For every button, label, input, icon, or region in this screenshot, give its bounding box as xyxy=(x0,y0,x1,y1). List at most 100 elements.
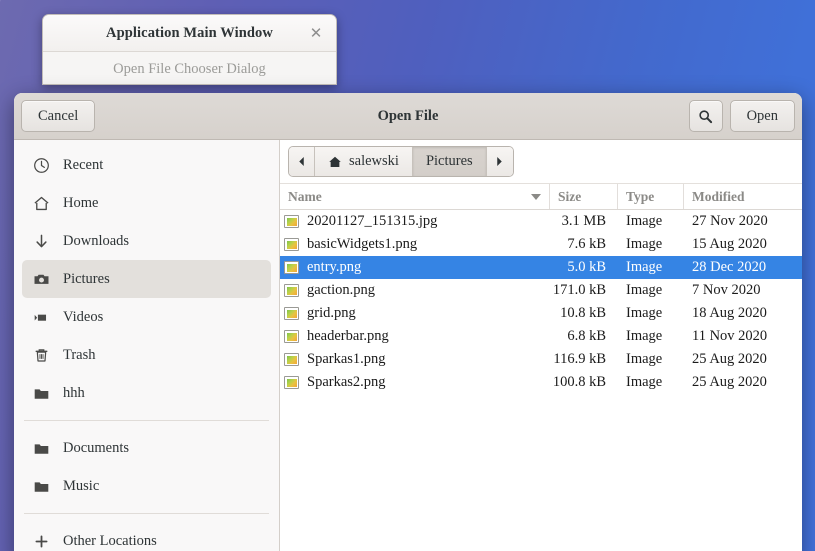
file-size-cell: 3.1 MB xyxy=(561,213,606,229)
file-size-cell: 7.6 kB xyxy=(567,236,606,252)
file-modified-cell: 15 Aug 2020 xyxy=(692,236,767,252)
column-header-label: Type xyxy=(626,188,655,204)
file-modified-cell: 7 Nov 2020 xyxy=(692,282,761,298)
sidebar-item-recent[interactable]: Recent xyxy=(22,146,271,184)
app-window-title: Application Main Window xyxy=(106,24,273,41)
open-file-dialog: Cancel Open File Open Recent Home Downlo… xyxy=(14,93,802,551)
file-name-label: entry.png xyxy=(307,259,362,275)
image-thumbnail-icon xyxy=(284,261,301,276)
sidebar-item-label: Videos xyxy=(63,308,104,325)
sidebar-item-downloads[interactable]: Downloads xyxy=(22,222,271,260)
table-row[interactable]: Sparkas1.png 116.9 kB Image 25 Aug 2020 xyxy=(280,348,802,371)
app-window-titlebar: Application Main Window ✕ xyxy=(43,15,336,52)
dialog-headerbar: Cancel Open File Open xyxy=(14,93,802,140)
file-name-cell: entry.png xyxy=(280,259,550,276)
file-type-cell: Image xyxy=(626,374,663,390)
sidebar-item-hhh[interactable]: hhh xyxy=(22,374,271,412)
sidebar-item-label: Other Locations xyxy=(63,532,157,549)
file-list[interactable]: 20201127_151315.jpg 3.1 MB Image 27 Nov 202… xyxy=(280,210,802,551)
close-icon[interactable]: ✕ xyxy=(306,23,326,43)
file-modified-cell: 27 Nov 2020 xyxy=(692,213,768,229)
file-size-cell: 171.0 kB xyxy=(552,282,606,298)
sidebar-item-trash[interactable]: Trash xyxy=(22,336,271,374)
image-thumbnail-icon xyxy=(284,376,301,391)
sidebar-item-label: Documents xyxy=(63,439,130,456)
file-list-column-headers: Name Size Type Modified xyxy=(280,184,802,210)
table-row[interactable]: gaction.png 171.0 kB Image 7 Nov 2020 xyxy=(280,279,802,302)
sidebar-item-music[interactable]: Music xyxy=(22,467,271,505)
pathbar-container: salewski Pictures xyxy=(280,140,802,184)
file-name-label: Sparkas1.png xyxy=(307,351,386,367)
sidebar-item-home[interactable]: Home xyxy=(22,184,271,222)
dialog-body: Recent Home Downloads Pictures Videos Tr… xyxy=(14,140,802,551)
headerbar-actions: Open xyxy=(688,100,795,132)
sidebar-item-label: Home xyxy=(63,194,99,211)
breadcrumb-label: Pictures xyxy=(425,153,473,169)
sidebar-item-label: Downloads xyxy=(63,232,130,249)
file-size-cell: 116.9 kB xyxy=(553,351,606,367)
open-file-chooser-dialog-button[interactable]: Open File Chooser Dialog xyxy=(113,61,266,78)
breadcrumb-back-button[interactable] xyxy=(289,147,315,176)
image-thumbnail-icon xyxy=(284,330,301,345)
sidebar-item-videos[interactable]: Videos xyxy=(22,298,271,336)
table-row[interactable]: entry.png 5.0 kB Image 28 Dec 2020 xyxy=(280,256,802,279)
file-type-cell: Image xyxy=(626,328,663,344)
camera-icon xyxy=(32,270,50,288)
file-modified-cell: 18 Aug 2020 xyxy=(692,305,767,321)
sidebar-separator-1 xyxy=(24,420,269,421)
table-row[interactable]: headerbar.png 6.8 kB Image 11 Nov 2020 xyxy=(280,325,802,348)
column-header-label: Size xyxy=(558,188,582,204)
folder-icon xyxy=(32,477,50,495)
file-name-cell: basicWidgets1.png xyxy=(280,236,550,253)
cancel-button[interactable]: Cancel xyxy=(21,100,96,132)
sidebar-item-documents[interactable]: Documents xyxy=(22,429,271,467)
file-type-cell: Image xyxy=(626,282,663,298)
file-type-cell: Image xyxy=(626,236,663,252)
column-header-modified[interactable]: Modified xyxy=(684,184,802,209)
file-modified-cell: 28 Dec 2020 xyxy=(692,259,767,275)
file-modified-cell: 25 Aug 2020 xyxy=(692,351,767,367)
file-size-cell: 10.8 kB xyxy=(560,305,606,321)
image-thumbnail-icon xyxy=(284,307,301,322)
search-button[interactable] xyxy=(688,100,723,132)
file-name-cell: headerbar.png xyxy=(280,328,550,345)
column-header-type[interactable]: Type xyxy=(618,184,684,209)
column-header-label: Modified xyxy=(692,188,745,204)
file-browser-pane: salewski Pictures Name Size Type Modifie… xyxy=(280,140,802,551)
dialog-title: Open File xyxy=(377,107,439,124)
file-name-cell: Sparkas2.png xyxy=(280,374,550,391)
sidebar-item-label: Recent xyxy=(63,156,104,173)
sort-descending-icon xyxy=(531,193,541,200)
table-row[interactable]: grid.png 10.8 kB Image 18 Aug 2020 xyxy=(280,302,802,325)
column-header-label: Name xyxy=(288,188,322,204)
file-type-cell: Image xyxy=(626,305,663,321)
file-name-label: gaction.png xyxy=(307,282,376,298)
search-icon xyxy=(698,109,713,124)
home-icon xyxy=(32,194,50,212)
breadcrumb-segment-salewski[interactable]: salewski xyxy=(315,147,413,176)
sidebar-item-label: Trash xyxy=(63,346,96,363)
file-name-label: headerbar.png xyxy=(307,328,389,344)
table-row[interactable]: Sparkas2.png 100.8 kB Image 25 Aug 2020 xyxy=(280,371,802,394)
image-thumbnail-icon xyxy=(284,284,301,299)
column-header-name[interactable]: Name xyxy=(280,184,550,209)
file-name-label: basicWidgets1.png xyxy=(307,236,418,252)
sidebar-item-label: Music xyxy=(63,477,100,494)
file-type-cell: Image xyxy=(626,213,663,229)
file-name-cell: grid.png xyxy=(280,305,550,322)
file-size-cell: 5.0 kB xyxy=(567,259,606,275)
breadcrumb-segment-pictures[interactable]: Pictures xyxy=(412,147,487,176)
sidebar-item-other-locations[interactable]: Other Locations xyxy=(22,522,271,551)
plus-icon xyxy=(32,532,50,550)
image-thumbnail-icon xyxy=(284,353,301,368)
table-row[interactable]: basicWidgets1.png 7.6 kB Image 15 Aug 2020 xyxy=(280,233,802,256)
sidebar-item-pictures[interactable]: Pictures xyxy=(22,260,271,298)
open-button[interactable]: Open xyxy=(729,100,795,132)
breadcrumb-forward-button[interactable] xyxy=(486,147,513,176)
image-thumbnail-icon xyxy=(284,238,301,253)
table-row[interactable]: 20201127_151315.jpg 3.1 MB Image 27 Nov 202… xyxy=(280,210,802,233)
file-type-cell: Image xyxy=(626,351,663,367)
folder-icon xyxy=(32,384,50,402)
places-sidebar: Recent Home Downloads Pictures Videos Tr… xyxy=(14,140,280,551)
column-header-size[interactable]: Size xyxy=(550,184,618,209)
